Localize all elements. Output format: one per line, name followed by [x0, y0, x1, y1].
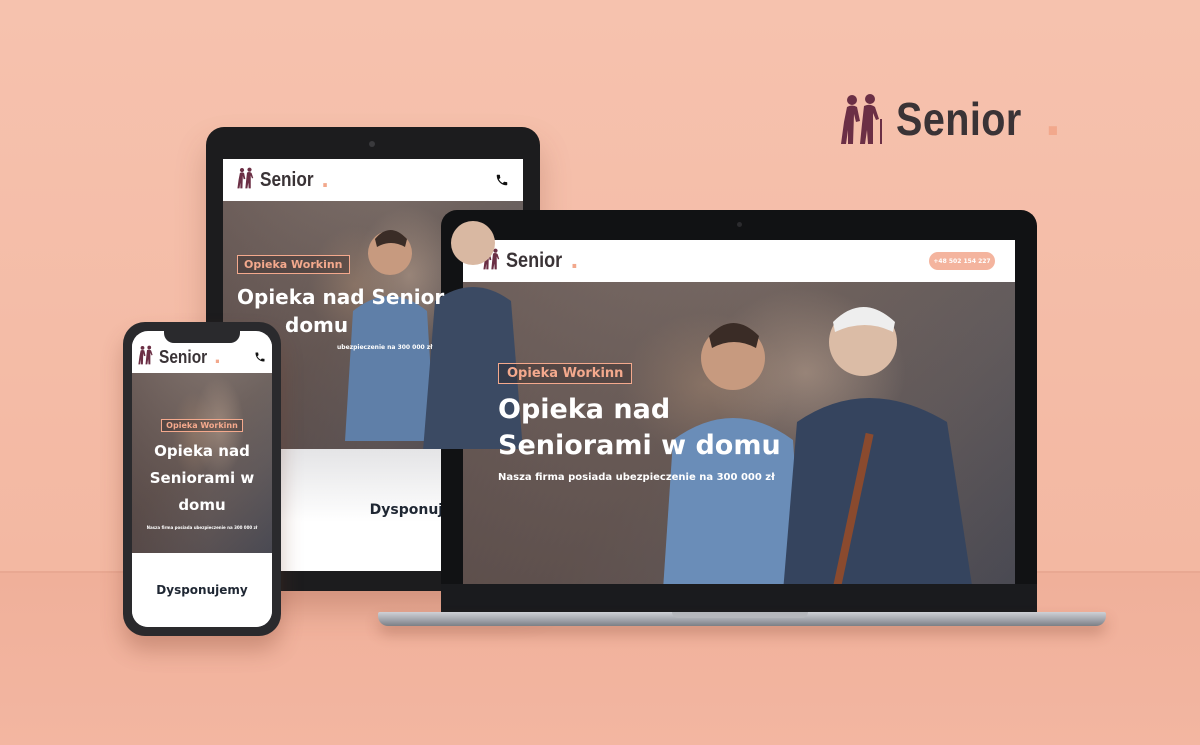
hero-title-line2: Seniorami w	[149, 469, 255, 487]
brand-dot: .	[1044, 92, 1062, 146]
brand-name: Senior	[896, 93, 1022, 145]
tablet-site-logo[interactable]: Senior .	[237, 167, 329, 193]
phone-section: Dysponujemy	[132, 553, 272, 627]
phone-notch	[164, 331, 240, 343]
hero-subtitle: ubezpieczenie na 300 000 zł	[337, 344, 433, 351]
laptop-hero: Opieka Workinn Opieka nad Seniorami w do…	[463, 282, 1015, 584]
laptop-bezel-bottom	[441, 584, 1037, 614]
tablet-site-header: Senior .	[223, 159, 523, 201]
site-logo-text: Senior	[260, 168, 314, 191]
phone-icon[interactable]	[495, 173, 509, 187]
hero-title-line3: domu	[178, 496, 226, 514]
laptop-screen: Senior . +48 502 154 227 Opieka Workinn …	[463, 240, 1015, 584]
hero-badge: Opieka Workinn	[498, 363, 633, 384]
elderly-couple-icon	[237, 167, 257, 193]
site-logo-text: Senior	[159, 346, 208, 367]
phone-number-button[interactable]: +48 502 154 227	[929, 252, 995, 270]
hero-subtitle: Nasza firma posiada ubezpieczenie na 300…	[498, 472, 775, 483]
laptop-opening-notch	[672, 612, 808, 618]
hero-badge: Opieka Workinn	[161, 419, 243, 432]
hero-title-line2: Seniorami w domu	[498, 430, 781, 461]
hero-title-line2: domu	[285, 313, 349, 337]
hero-title-line1: Opieka nad	[154, 442, 250, 460]
site-logo-dot: .	[214, 346, 221, 368]
site-logo-dot: .	[321, 168, 329, 192]
hero-subtitle: Nasza firma posiada ubezpieczenie na 300…	[146, 525, 258, 530]
hero-title-line1: Opieka nad Senior	[237, 285, 445, 309]
phone-icon[interactable]	[254, 351, 266, 363]
laptop-camera	[737, 222, 742, 227]
section-heading: Dysponujemy	[156, 583, 248, 597]
laptop-site-header: Senior . +48 502 154 227	[463, 240, 1015, 282]
phone-hero: Opieka Workinn Opieka nad Seniorami w do…	[132, 373, 272, 553]
phone-site-logo[interactable]: Senior .	[138, 345, 221, 369]
hero-photo-person	[783, 292, 973, 584]
hero-badge: Opieka Workinn	[237, 255, 350, 274]
elderly-couple-icon	[840, 93, 888, 145]
site-logo-dot: .	[570, 249, 579, 273]
phone-screen: Senior . Opieka Workinn Opieka nad Senio…	[132, 331, 272, 627]
brand-logo: Senior .	[840, 92, 1062, 146]
elderly-couple-icon	[138, 345, 156, 369]
tablet-camera	[369, 141, 375, 147]
hero-title-line1: Opieka nad	[498, 394, 671, 425]
